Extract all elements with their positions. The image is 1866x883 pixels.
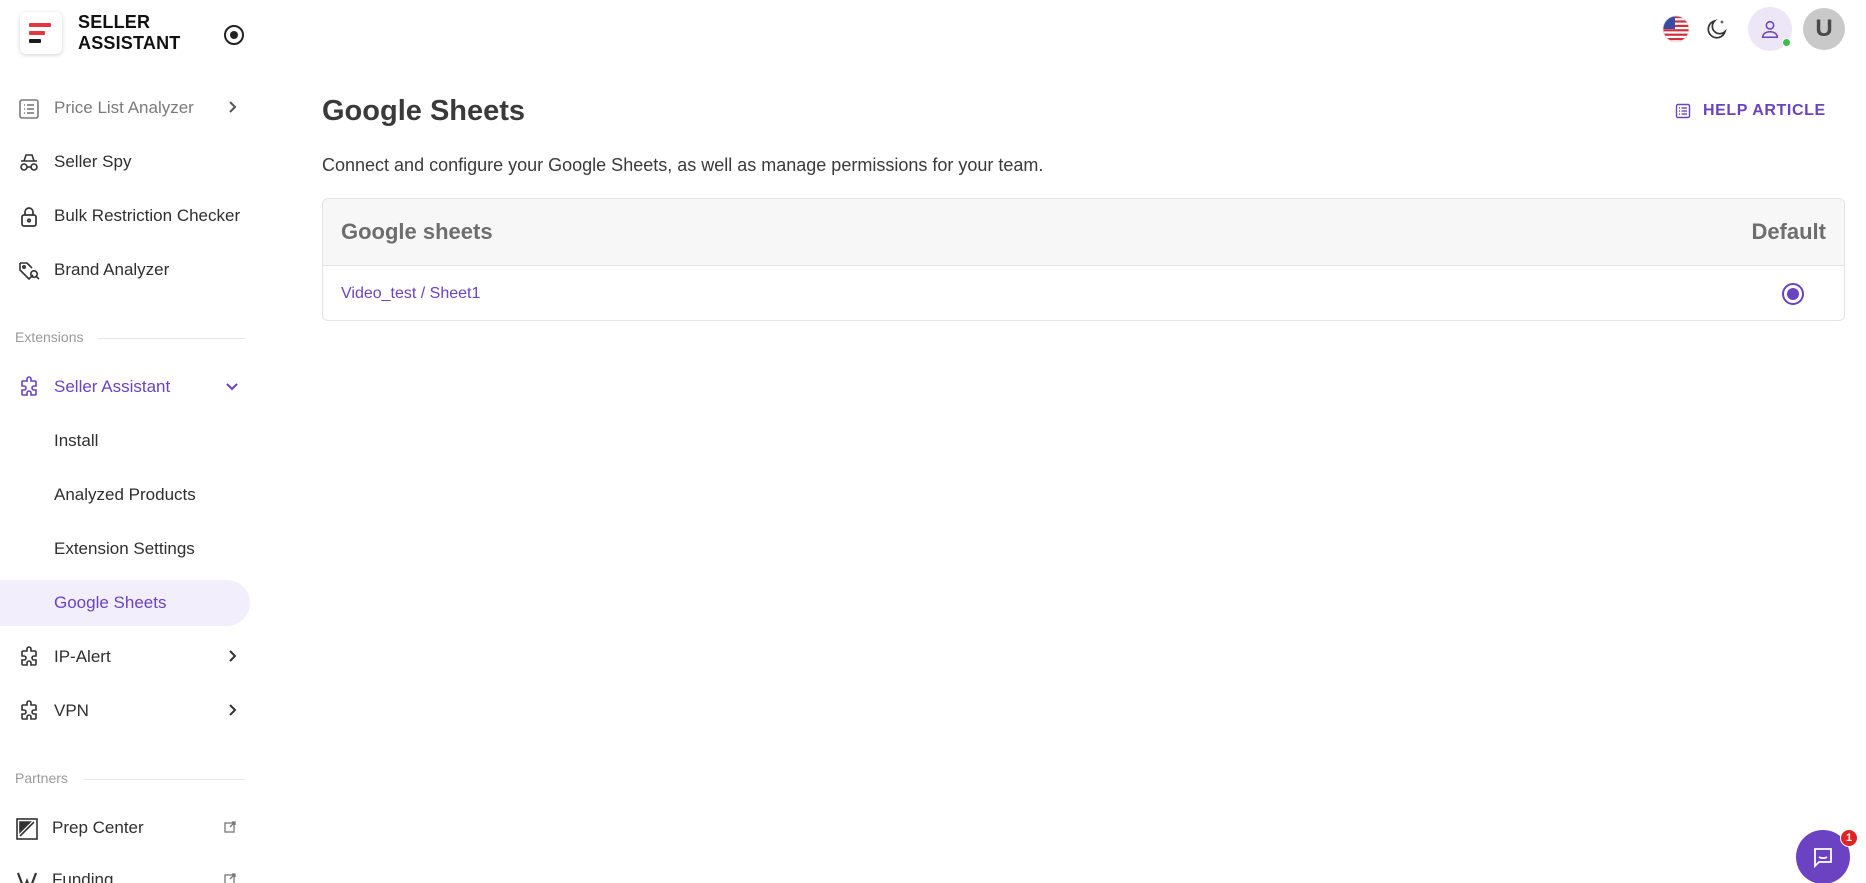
sidebar-item-label: Analyzed Products <box>54 485 196 504</box>
prep-center-icon <box>16 818 38 840</box>
section-label-extensions: Extensions <box>15 329 84 345</box>
page-subtitle: Connect and configure your Google Sheets… <box>322 155 1044 175</box>
chevron-down-icon <box>226 383 238 391</box>
help-article-label: HELP ARTICLE <box>1703 102 1826 119</box>
default-radio[interactable] <box>1782 282 1804 305</box>
sidebar-subitem-install[interactable]: Install <box>0 418 250 464</box>
brand-name-line1: SELLER <box>78 12 151 32</box>
chevron-right-icon <box>229 101 237 113</box>
google-sheets-table: Google sheets Default Video_test / Sheet… <box>322 198 1845 321</box>
column-header-google-sheets: Google sheets <box>341 219 493 244</box>
article-icon <box>1675 103 1691 119</box>
lock-icon <box>21 207 37 227</box>
sidebar-item-label: Google Sheets <box>54 593 167 612</box>
external-link-icon <box>224 873 236 883</box>
funding-icon <box>16 872 38 883</box>
sidebar-item-label: Funding <box>52 870 114 883</box>
sheet-link[interactable]: Video_test / Sheet1 <box>341 285 480 303</box>
sidebar-item-label: VPN <box>54 701 89 720</box>
column-header-default: Default <box>1751 219 1826 244</box>
sidebar-item-bulk-restriction-checker[interactable]: Bulk Restriction Checker <box>0 193 250 239</box>
table-header: Google sheets Default <box>323 199 1844 266</box>
sidebar-item-funding[interactable]: Funding <box>0 857 250 883</box>
sidebar: SELLER ASSISTANT Price List Analyzer Sel… <box>0 0 262 883</box>
sidebar-item-label: IP-Alert <box>54 647 111 666</box>
radio-selected-dot <box>1787 287 1799 300</box>
sidebar-subitem-extension-settings[interactable]: Extension Settings <box>0 526 250 572</box>
sidebar-item-seller-assistant[interactable]: Seller Assistant <box>0 364 250 410</box>
moon-icon[interactable] <box>1705 17 1729 41</box>
sidebar-item-brand-analyzer[interactable]: Brand Analyzer <box>0 247 250 293</box>
avatar[interactable]: U <box>1803 8 1845 50</box>
sidebar-item-price-list-analyzer[interactable]: Price List Analyzer <box>0 85 250 131</box>
radio-dot-icon <box>230 31 238 39</box>
sidebar-item-label: Prep Center <box>52 818 144 837</box>
sidebar-item-label: Seller Spy <box>54 152 132 171</box>
sidebar-item-label: Install <box>54 431 99 450</box>
sidebar-subitem-analyzed-products[interactable]: Analyzed Products <box>0 472 250 518</box>
list-icon <box>19 99 39 119</box>
sidebar-item-seller-spy[interactable]: Seller Spy <box>0 139 250 185</box>
sidebar-item-label: Bulk Restriction Checker <box>54 206 241 225</box>
chevron-right-icon <box>229 704 237 716</box>
pin-sidebar-button[interactable] <box>224 25 244 45</box>
section-label-partners: Partners <box>15 770 68 786</box>
page-title: Google Sheets <box>322 95 526 127</box>
table-row: Video_test / Sheet1 <box>323 266 1844 320</box>
tag-search-icon <box>19 262 40 281</box>
spy-icon <box>20 154 38 171</box>
puzzle-icon <box>21 646 37 666</box>
sidebar-item-label: Price List Analyzer <box>54 98 194 117</box>
sidebar-item-label: Seller Assistant <box>54 377 171 396</box>
section-divider <box>98 338 245 339</box>
sidebar-item-ip-alert[interactable]: IP-Alert <box>0 634 250 680</box>
brand-name-line2: ASSISTANT <box>78 33 181 53</box>
us-flag-icon[interactable] <box>1662 15 1690 43</box>
brand-logo <box>20 12 62 54</box>
brand[interactable]: SELLER ASSISTANT <box>20 12 180 54</box>
chat-icon <box>1814 848 1832 869</box>
puzzle-icon <box>21 376 37 396</box>
sidebar-item-label: Extension Settings <box>54 539 195 558</box>
chevron-right-icon <box>229 650 237 662</box>
sidebar-subitem-google-sheets[interactable]: Google Sheets <box>0 580 250 626</box>
online-status-dot <box>1782 38 1791 47</box>
help-article-link[interactable]: HELP ARTICLE <box>1675 102 1826 120</box>
brand-name: SELLER ASSISTANT <box>78 12 180 54</box>
notification-badge: 1 <box>1840 829 1858 847</box>
sidebar-item-label: Brand Analyzer <box>54 260 170 279</box>
sidebar-item-vpn[interactable]: VPN <box>0 688 250 734</box>
section-divider <box>84 779 245 780</box>
user-icon <box>1761 20 1779 39</box>
external-link-icon <box>224 821 236 833</box>
puzzle-icon <box>21 700 37 720</box>
sidebar-item-prep-center[interactable]: Prep Center <box>0 805 250 851</box>
